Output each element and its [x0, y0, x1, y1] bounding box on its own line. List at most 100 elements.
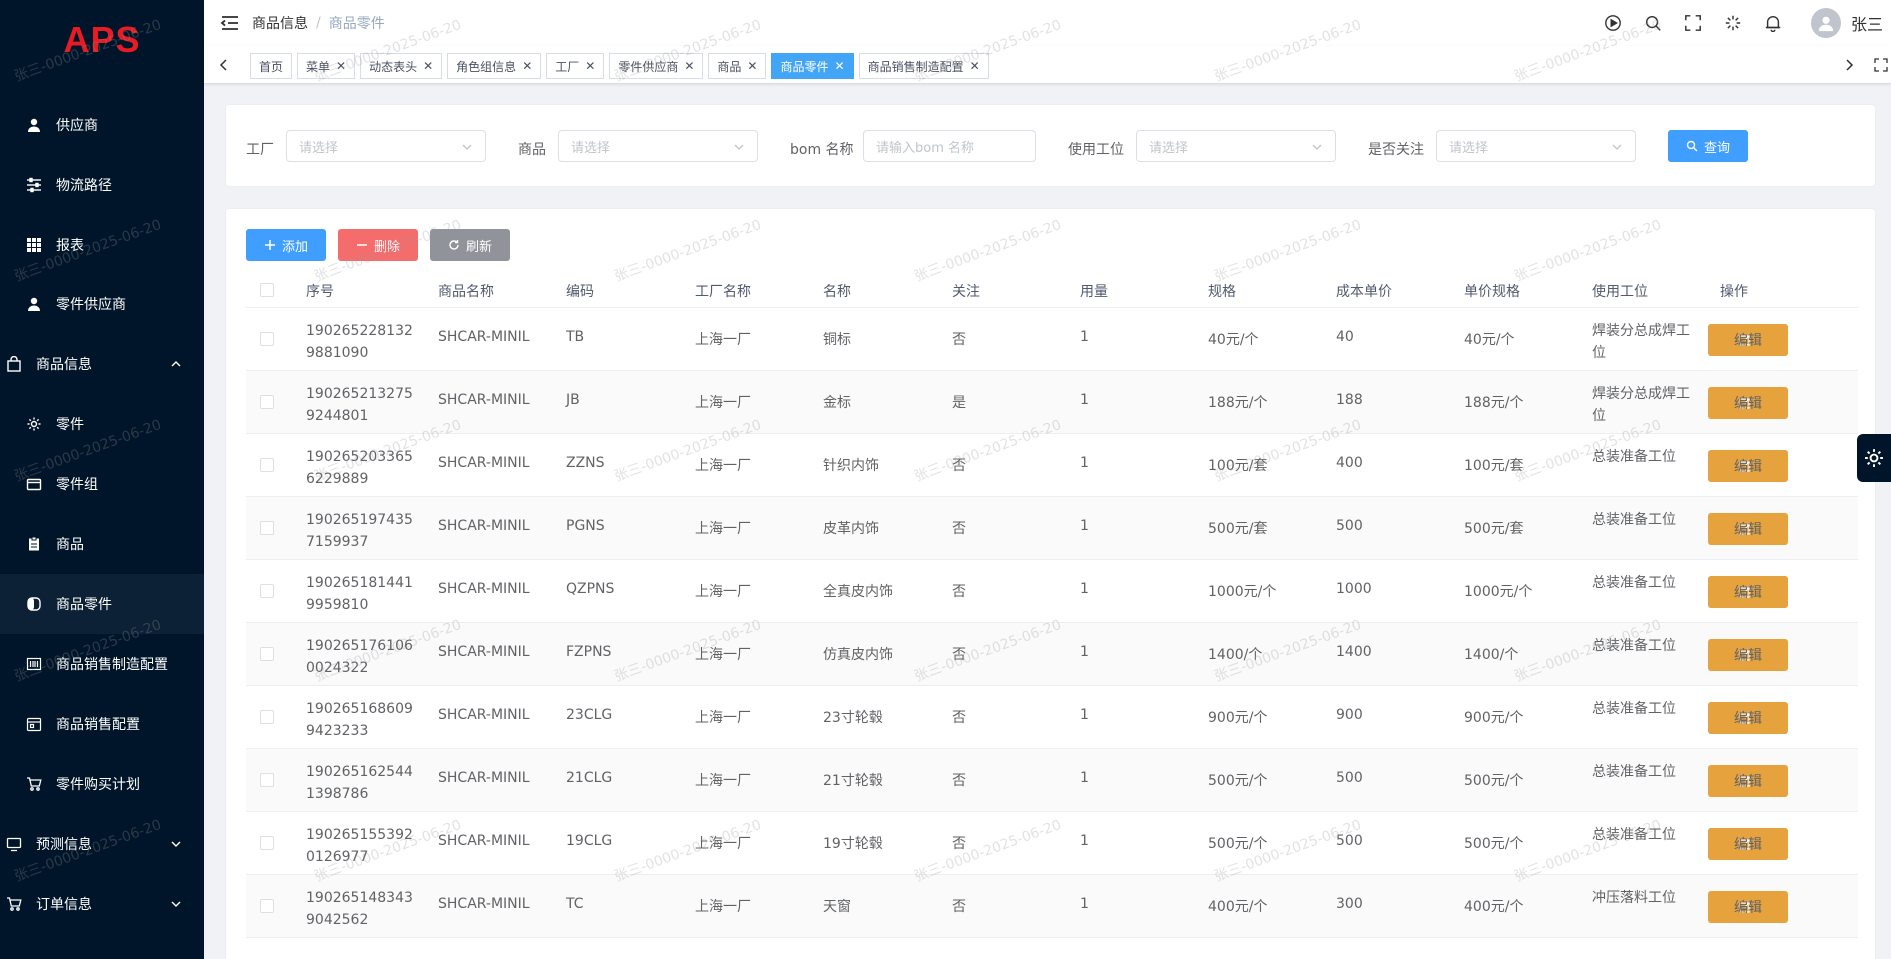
close-icon[interactable]: ✕: [684, 59, 694, 73]
col-follow: 关注: [952, 284, 980, 300]
settings-button[interactable]: [1857, 434, 1891, 482]
tag-part-supplier[interactable]: 零件供应商 ✕: [609, 53, 704, 79]
table-row: 1902651686099423233 SHCAR-MINIL 23CLG 上海一厂 2…: [246, 686, 1858, 749]
edit-button[interactable]: 编辑: [1708, 513, 1788, 545]
loading-icon[interactable]: [1723, 13, 1743, 33]
edit-button[interactable]: 编辑: [1708, 324, 1788, 356]
row-checkbox[interactable]: [260, 584, 274, 598]
tag-goods-sale-manufacture-config[interactable]: 商品销售制造配置 ✕: [858, 53, 989, 79]
edit-button[interactable]: 编辑: [1708, 702, 1788, 734]
close-icon[interactable]: ✕: [970, 59, 980, 73]
col-goods-name: 商品名称: [438, 284, 494, 300]
edit-button[interactable]: 编辑: [1708, 828, 1788, 860]
sidebar-item-part-group[interactable]: 零件组: [0, 454, 204, 514]
edit-button[interactable]: 编辑: [1708, 450, 1788, 482]
row-checkbox[interactable]: [260, 332, 274, 346]
sidebar-item-part-supplier[interactable]: 零件供应商: [0, 274, 204, 334]
search-icon[interactable]: [1643, 13, 1663, 33]
chevron-down-icon: [1612, 144, 1622, 150]
sidebar-item-report[interactable]: 报表: [0, 215, 204, 275]
station-select[interactable]: 请选择: [1136, 130, 1336, 162]
expand-icon[interactable]: [1873, 57, 1889, 73]
chevron-left-icon[interactable]: [216, 57, 232, 73]
row-checkbox[interactable]: [260, 899, 274, 913]
row-checkbox[interactable]: [260, 395, 274, 409]
breadcrumb-current: 商品零件: [328, 16, 385, 32]
bom-name-input[interactable]: 请输入bom 名称: [863, 130, 1036, 162]
select-all-checkbox[interactable]: [260, 283, 274, 297]
edit-button[interactable]: 编辑: [1708, 765, 1788, 797]
sidebar-item-goods-sale-config[interactable]: 商品销售配置: [0, 694, 204, 754]
query-label: 查询: [1703, 140, 1730, 156]
cell-goods-name: SHCAR-MINIL: [438, 707, 530, 723]
close-icon[interactable]: ✕: [423, 59, 433, 73]
app-logo[interactable]: APS: [0, 0, 204, 80]
follow-select[interactable]: 请选择: [1436, 130, 1636, 162]
cell-quantity: 1: [1080, 770, 1089, 786]
cell-index: 1902651686099423233: [306, 701, 413, 739]
username[interactable]: 张三: [1851, 11, 1883, 35]
edit-button[interactable]: 编辑: [1708, 639, 1788, 671]
tag-dynamic-header[interactable]: 动态表头 ✕: [360, 53, 443, 79]
row-checkbox[interactable]: [260, 710, 274, 724]
table-row: 1902651974357159937 SHCAR-MINIL PGNS 上海一厂 皮革…: [246, 497, 1858, 560]
close-icon[interactable]: ✕: [336, 59, 346, 73]
edit-button[interactable]: 编辑: [1708, 891, 1788, 923]
sidebar-item-part[interactable]: 零件: [0, 394, 204, 454]
sidebar-group-order[interactable]: 订单信息: [0, 874, 204, 934]
close-icon[interactable]: ✕: [522, 59, 532, 73]
query-button[interactable]: 查询: [1668, 130, 1748, 162]
add-button[interactable]: 添加: [246, 229, 326, 261]
sidebar-item-goods-sale-manufacture-config[interactable]: 商品销售制造配置: [0, 634, 204, 694]
breadcrumb-item[interactable]: 商品信息: [252, 13, 308, 33]
cell-quantity: 1: [1080, 455, 1089, 471]
delete-button[interactable]: 删除: [338, 229, 418, 261]
chevron-right-icon[interactable]: [1841, 57, 1857, 73]
row-checkbox[interactable]: [260, 773, 274, 787]
cell-code: 19CLG: [566, 833, 613, 849]
row-checkbox[interactable]: [260, 647, 274, 661]
goods-select[interactable]: 请选择: [558, 130, 758, 162]
sidebar-item-part-purchase-plan[interactable]: 零件购买计划: [0, 754, 204, 814]
close-icon[interactable]: ✕: [585, 59, 595, 73]
sidebar-item-goods-part[interactable]: 商品零件: [0, 574, 204, 634]
sidebar-item-label: 商品零件: [56, 597, 112, 613]
cell-quantity: 1: [1080, 896, 1089, 912]
sidebar-item-logistics[interactable]: 物流路径: [0, 155, 204, 215]
factory-select[interactable]: 请选择: [286, 130, 486, 162]
cell-index: 1902651974357159937: [306, 512, 413, 550]
sliders-icon: [26, 177, 42, 193]
col-actions: 操作: [1720, 284, 1748, 300]
cell-unit-spec: 900元/个: [1464, 710, 1524, 726]
fullscreen-icon[interactable]: [1683, 13, 1703, 33]
tag-home[interactable]: 首页: [250, 53, 293, 79]
cell-follow: 否: [952, 836, 966, 852]
close-icon[interactable]: ✕: [747, 59, 757, 73]
refresh-button[interactable]: 刷新: [430, 229, 510, 261]
tag-role-group[interactable]: 角色组信息 ✕: [447, 53, 542, 79]
row-checkbox[interactable]: [260, 458, 274, 472]
row-checkbox[interactable]: [260, 836, 274, 850]
row-checkbox[interactable]: [260, 521, 274, 535]
edit-button[interactable]: 编辑: [1708, 576, 1788, 608]
tag-label: 工厂: [555, 59, 580, 74]
menu-fold-icon[interactable]: [220, 13, 240, 33]
sidebar-item-goods[interactable]: 商品: [0, 514, 204, 574]
sidebar-group-goods-info[interactable]: 商品信息: [0, 334, 204, 394]
bell-icon[interactable]: [1763, 13, 1783, 33]
tag-factory[interactable]: 工厂 ✕: [546, 53, 605, 79]
tag-goods-part[interactable]: 商品零件 ✕: [771, 53, 854, 79]
edit-button[interactable]: 编辑: [1708, 387, 1788, 419]
chevron-up-icon: [171, 361, 181, 367]
cell-factory-name: 上海一厂: [695, 647, 751, 663]
tag-label: 商品销售制造配置: [867, 59, 964, 74]
sidebar-item-label: 零件组: [56, 477, 98, 493]
play-circle-icon[interactable]: [1603, 13, 1623, 33]
close-icon[interactable]: ✕: [835, 59, 845, 73]
tag-goods[interactable]: 商品 ✕: [708, 53, 767, 79]
sidebar-item-supplier[interactable]: 供应商: [0, 95, 204, 155]
user-icon: [26, 117, 42, 133]
sidebar-group-forecast[interactable]: 预测信息: [0, 814, 204, 874]
tag-menu[interactable]: 菜单 ✕: [297, 53, 356, 79]
avatar[interactable]: [1810, 8, 1841, 38]
